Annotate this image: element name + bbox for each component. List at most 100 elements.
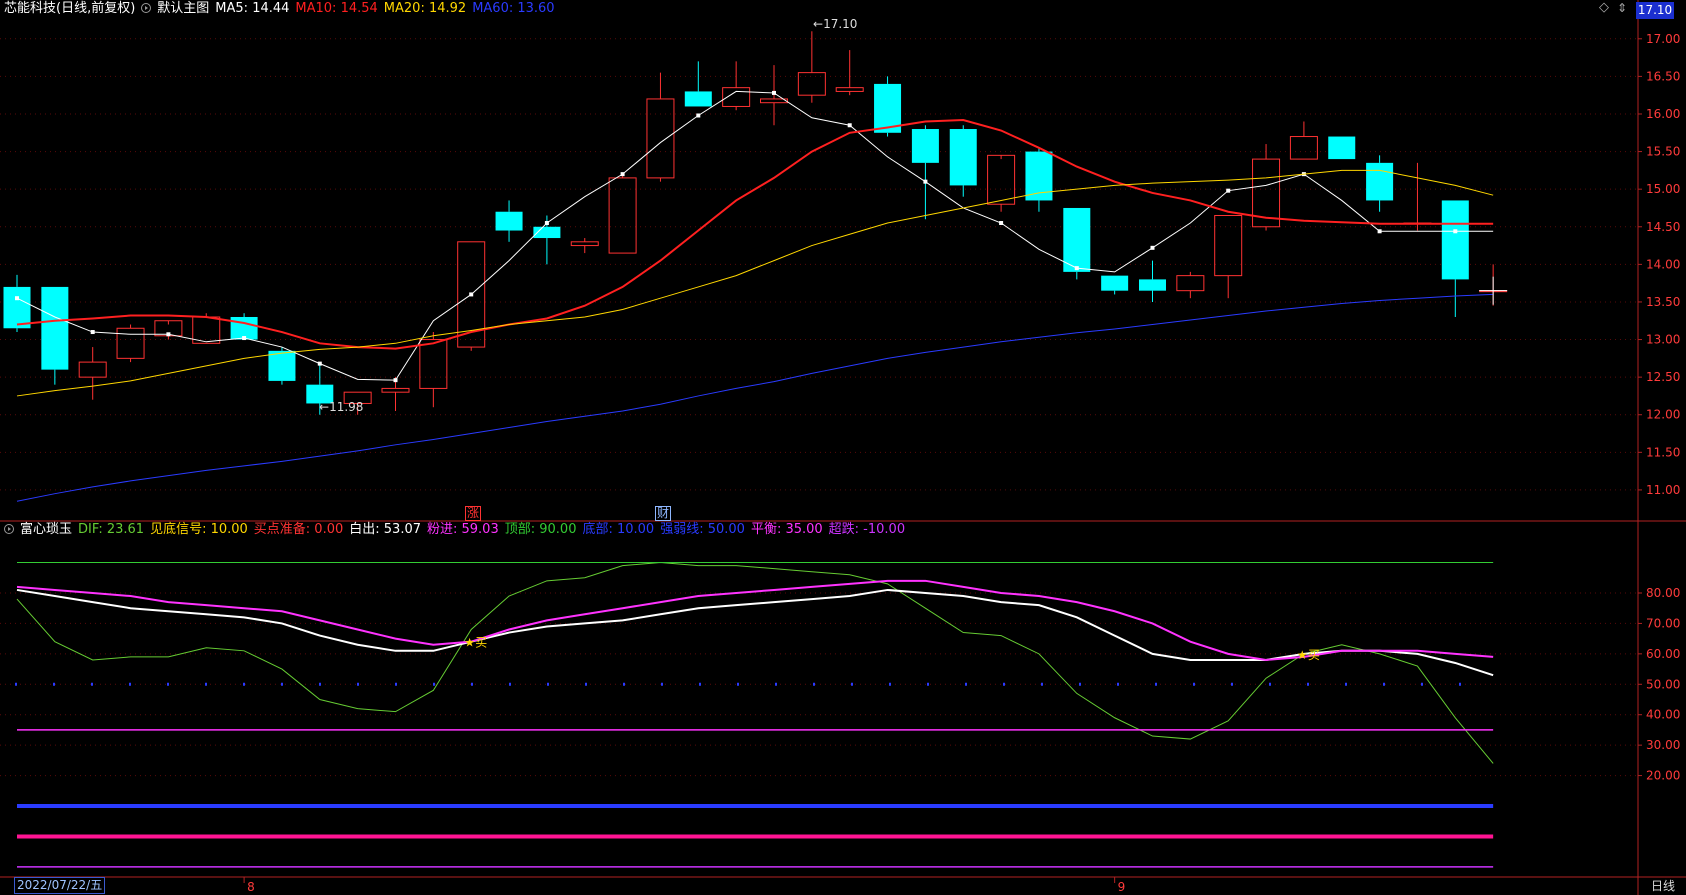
price-tick-label: 14.00: [1646, 257, 1680, 271]
ma-value-0: MA5: 14.44: [215, 1, 290, 16]
play-circle-icon[interactable]: [4, 524, 14, 534]
candle-body: [646, 98, 675, 179]
main-chart-header: 芯能科技(日线,前复权) 默认主图 MA5: 14.44 MA10: 14.54 MA2…: [4, 0, 561, 18]
indicator-value-6: 底部: 10.00: [582, 522, 655, 537]
current-price-box: 17.10: [1636, 2, 1674, 19]
ma-value-1: MA10: 14.54: [295, 1, 378, 16]
price-tick-label: 14.50: [1646, 220, 1680, 234]
candle-body: [78, 361, 107, 378]
cursor-date-label: 2022/07/22/五: [14, 877, 106, 894]
price-tick-label: 17.00: [1646, 32, 1680, 46]
ma5-marker: [923, 179, 928, 184]
candle-body: [987, 154, 1016, 205]
indicator-value-8: 平衡: 35.00: [750, 522, 823, 537]
indicator-value-1: 见底信号: 10.00: [150, 522, 248, 537]
ma5-marker: [242, 336, 247, 341]
date-tick-label: 9: [1118, 880, 1126, 894]
play-circle-icon[interactable]: [141, 3, 152, 13]
price-tick-label: 16.00: [1646, 107, 1680, 121]
ma5-marker: [696, 113, 701, 118]
candle-body: [116, 327, 145, 359]
event-marker-zhang[interactable]: 涨: [465, 506, 482, 521]
date-tick-label: 8: [247, 880, 255, 894]
candle-body: [268, 350, 296, 381]
ma5-marker: [772, 90, 776, 95]
candle-body: [797, 72, 826, 96]
price-tick-label: 11.00: [1646, 483, 1680, 497]
ma5-marker: [1074, 266, 1079, 271]
candle-body: [949, 129, 977, 186]
ma5-marker: [999, 221, 1004, 226]
buy-star-icon: ★: [464, 636, 475, 650]
buy-signal-label: 买: [1308, 648, 1320, 662]
indicator-value-4: 粉进: 59.03: [427, 522, 499, 537]
indicator-tick-label: 50.00: [1646, 677, 1680, 691]
ma5-marker: [1150, 245, 1155, 250]
candle-body: [911, 129, 939, 163]
indicator-header: 富心琐玉 DIF: 23.61 见底信号: 10.00 买点准备: 0.00 白出: 5…: [4, 521, 911, 539]
ma-value-2: MA20: 14.92: [383, 1, 467, 16]
event-marker-cai[interactable]: 财: [655, 506, 672, 521]
low-price-label: ←11.98: [319, 400, 364, 414]
stock-title: 芯能科技(日线,前复权): [4, 1, 136, 16]
candle-body: [1101, 275, 1129, 291]
candle-body: [835, 87, 864, 92]
ma5-marker: [1226, 188, 1231, 193]
indicator-value-2: 买点准备: 0.00: [253, 522, 344, 537]
indicator-tick-label: 30.00: [1646, 738, 1680, 752]
ma5-marker: [544, 221, 549, 226]
indicator-value-0: DIF: 23.61: [78, 522, 145, 537]
period-label[interactable]: 日线: [1651, 877, 1675, 894]
ma-line-ma10: [16, 118, 1494, 350]
candle-body: [1063, 207, 1091, 272]
ma5-marker: [1453, 229, 1458, 234]
indicator-value-9: 超跌: -10.00: [828, 522, 906, 537]
indicator-tick-label: 60.00: [1646, 647, 1680, 661]
candle-body: [1139, 279, 1166, 291]
ma5-marker: [620, 172, 625, 177]
candle-body: [570, 241, 599, 247]
ma5-marker: [469, 292, 474, 297]
indicator-value-3: 白出: 53.07: [349, 522, 421, 537]
indicator-tick-label: 40.00: [1646, 708, 1680, 722]
candle-body: [1176, 275, 1205, 292]
diamond-icon[interactable]: ◇: [1599, 0, 1609, 15]
price-tick-label: 15.00: [1646, 182, 1680, 196]
candle-body: [3, 286, 31, 329]
ma5-marker: [15, 296, 19, 301]
candle-body: [608, 177, 637, 254]
panel-name[interactable]: 默认主图: [157, 1, 209, 16]
price-tick-label: 16.50: [1646, 69, 1680, 83]
candle-body: [495, 211, 523, 231]
ma-value-3: MA60: 13.60: [472, 1, 555, 16]
high-price-label: ←17.10: [813, 17, 858, 31]
candle-body: [41, 286, 69, 370]
candle-body: [1328, 136, 1356, 160]
indicator-name[interactable]: 富心琐玉: [20, 522, 72, 537]
candle-body: [684, 91, 712, 107]
ma5-marker: [393, 378, 398, 383]
ma5-marker: [847, 123, 852, 128]
price-tick-label: 13.50: [1646, 295, 1680, 309]
indicator-line-白出: [16, 588, 1494, 677]
candle-body: [1441, 200, 1469, 280]
ma5-marker: [166, 332, 171, 337]
indicator-tick-label: 80.00: [1646, 586, 1680, 600]
price-tick-label: 12.50: [1646, 370, 1680, 384]
buy-signal-label: 买: [475, 636, 487, 650]
price-tick-label: 12.00: [1646, 408, 1680, 422]
price-tick-label: 11.50: [1646, 445, 1680, 459]
ma-line-ma20: [16, 169, 1494, 397]
updown-icon[interactable]: ⇕: [1617, 1, 1627, 15]
ma5-marker: [317, 361, 322, 366]
price-tick-label: 13.00: [1646, 333, 1680, 347]
candle-body: [1366, 162, 1394, 201]
candle-body: [419, 339, 448, 389]
candle-body: [1289, 136, 1318, 160]
buy-star-icon: ★: [1297, 648, 1308, 662]
indicator-tick-label: 70.00: [1646, 616, 1680, 630]
price-tick-label: 15.50: [1646, 145, 1680, 159]
ma5-marker: [90, 330, 95, 335]
stock-chart[interactable]: 17.00 16.50 16.00 15.50 15.00 14.50 14.00 13.50…: [0, 0, 1686, 895]
candle-body: [1214, 214, 1243, 277]
